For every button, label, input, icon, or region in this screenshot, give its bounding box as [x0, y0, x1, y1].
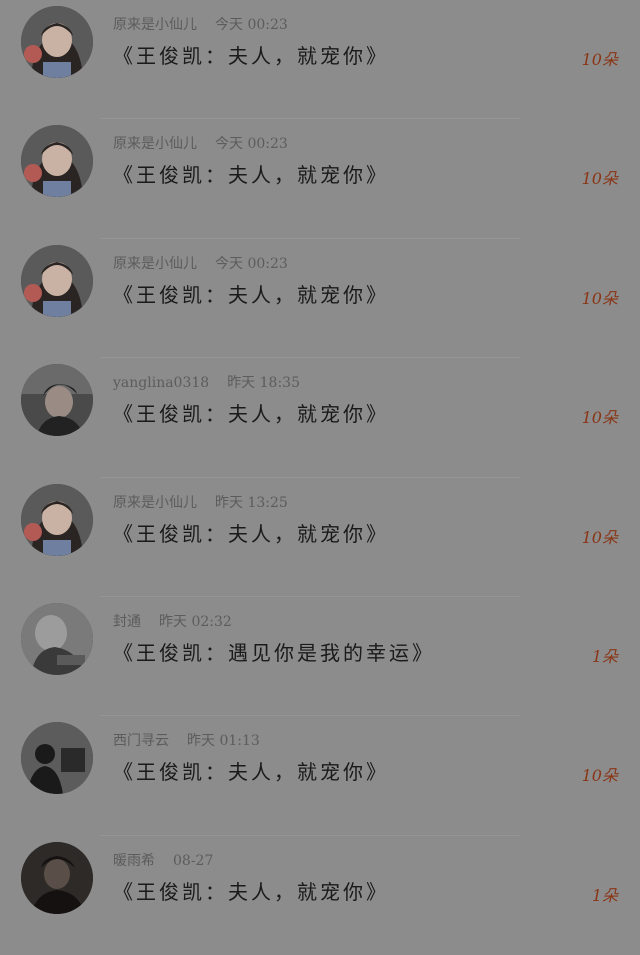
timestamp: 昨天 18:35 — [227, 375, 300, 392]
list-item[interactable]: 原来是小仙儿 今天 00:23 《王俊凯：夫人，就宠你》 10朵 — [0, 239, 640, 359]
list-item[interactable]: 原来是小仙儿 今天 00:23 《王俊凯：夫人，就宠你》 10朵 — [0, 0, 640, 120]
username[interactable]: 西门寻云 — [113, 733, 169, 749]
comment-meta: 原来是小仙儿 今天 00:23 — [113, 253, 288, 273]
work-title[interactable]: 《王俊凯：夫人，就宠你》 — [113, 40, 389, 69]
comment-meta: yanglina0318 昨天 18:35 — [113, 372, 300, 392]
comment-meta: 暖雨希 08-27 — [113, 850, 213, 870]
girl-avatar[interactable] — [21, 244, 93, 317]
dark-portrait-avatar[interactable] — [21, 841, 93, 914]
work-title[interactable]: 《王俊凯：夫人，就宠你》 — [113, 518, 389, 547]
work-title[interactable]: 《王俊凯：夫人，就宠你》 — [113, 876, 389, 905]
list-item[interactable]: 西门寻云 昨天 01:13 《王俊凯：夫人，就宠你》 10朵 — [0, 716, 640, 836]
timestamp: 今天 00:23 — [215, 17, 288, 33]
username[interactable]: yanglina0318 — [113, 375, 209, 391]
list-item[interactable]: 封通 昨天 02:32 《王俊凯：遇见你是我的幸运》 1朵 — [0, 597, 640, 717]
flower-count: 10朵 — [581, 766, 618, 786]
sketch-avatar[interactable] — [21, 602, 93, 675]
flower-count: 1朵 — [591, 646, 618, 666]
work-title[interactable]: 《王俊凯：夫人，就宠你》 — [113, 756, 389, 785]
username[interactable]: 原来是小仙儿 — [113, 136, 197, 152]
timestamp: 昨天 01:13 — [187, 733, 260, 750]
comment-list: 原来是小仙儿 今天 00:23 《王俊凯：夫人，就宠你》 10朵 原来是小仙儿 今天… — [0, 0, 640, 939]
girl-avatar[interactable] — [21, 125, 93, 198]
boy-avatar[interactable] — [21, 364, 93, 437]
list-item[interactable]: 原来是小仙儿 昨天 13:25 《王俊凯：夫人，就宠你》 10朵 — [0, 478, 640, 597]
username[interactable]: 原来是小仙儿 — [113, 495, 197, 511]
comment-meta: 西门寻云 昨天 01:13 — [113, 730, 260, 750]
flower-count: 10朵 — [581, 169, 618, 189]
silhouette-avatar[interactable] — [21, 722, 93, 795]
timestamp: 今天 00:23 — [215, 136, 288, 153]
work-title[interactable]: 《王俊凯：遇见你是我的幸运》 — [113, 637, 435, 666]
girl-avatar[interactable] — [21, 6, 93, 78]
comment-meta: 原来是小仙儿 昨天 13:25 — [113, 492, 288, 512]
work-title[interactable]: 《王俊凯：夫人，就宠你》 — [113, 279, 389, 308]
comment-meta: 原来是小仙儿 今天 00:23 — [113, 14, 288, 34]
timestamp: 昨天 13:25 — [215, 494, 288, 511]
list-item[interactable]: 暖雨希 08-27 《王俊凯：夫人，就宠你》 1朵 — [0, 836, 640, 955]
flower-count: 10朵 — [581, 288, 618, 308]
timestamp: 08-27 — [173, 852, 214, 869]
comment-meta: 封通 昨天 02:32 — [113, 611, 232, 631]
work-title[interactable]: 《王俊凯：夫人，就宠你》 — [113, 159, 389, 188]
flower-count: 10朵 — [581, 50, 618, 69]
flower-count: 10朵 — [581, 527, 618, 547]
username[interactable]: 原来是小仙儿 — [113, 17, 197, 33]
list-item[interactable]: yanglina0318 昨天 18:35 《王俊凯：夫人，就宠你》 10朵 — [0, 358, 640, 478]
girl-avatar[interactable] — [21, 483, 93, 556]
username[interactable]: 封通 — [113, 614, 141, 630]
timestamp: 昨天 02:32 — [159, 613, 232, 630]
list-item[interactable]: 原来是小仙儿 今天 00:23 《王俊凯：夫人，就宠你》 10朵 — [0, 119, 640, 239]
username[interactable]: 暖雨希 — [113, 853, 155, 869]
flower-count: 1朵 — [591, 885, 618, 905]
timestamp: 今天 00:23 — [215, 255, 288, 272]
work-title[interactable]: 《王俊凯：夫人，就宠你》 — [113, 398, 389, 427]
username[interactable]: 原来是小仙儿 — [113, 256, 197, 272]
flower-count: 10朵 — [581, 408, 618, 428]
comment-meta: 原来是小仙儿 今天 00:23 — [113, 133, 288, 153]
